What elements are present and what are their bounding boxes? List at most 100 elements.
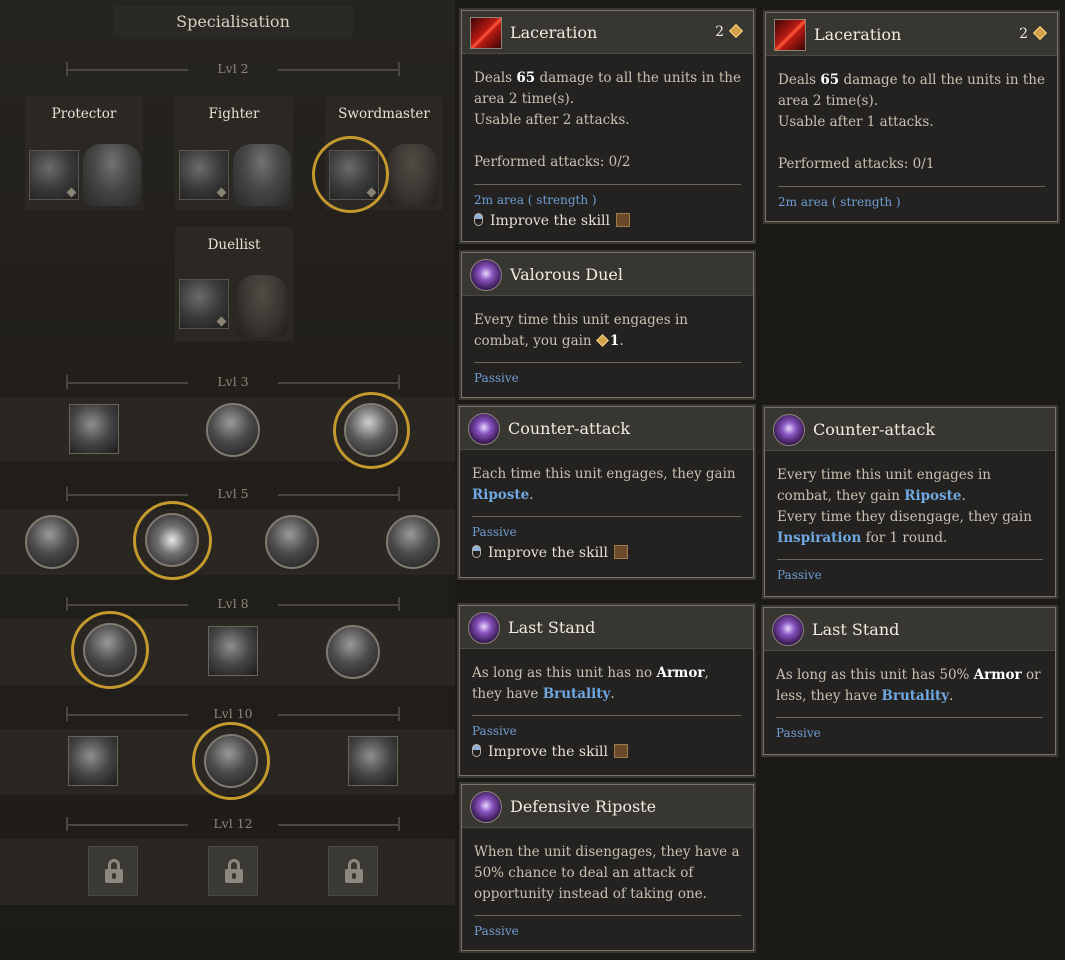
mouse-icon [474, 213, 483, 226]
lock-icon [88, 846, 138, 896]
shield-outline-skill-icon[interactable] [69, 404, 119, 454]
dueling-warrior-skill-icon[interactable] [386, 515, 440, 569]
plate-armor-icon [83, 144, 141, 206]
tooltip-title: Valorous Duel [510, 265, 623, 284]
thorn-heart-skill-icon[interactable] [206, 403, 260, 457]
spec-name: Swordmaster [338, 106, 430, 122]
last-stand-skill-icon[interactable] [83, 623, 137, 677]
fighter-icon [179, 150, 229, 200]
counter-attack-icon [468, 413, 500, 445]
performed-attacks-text: Performed attacks: 0/2 [474, 154, 631, 170]
spec-card-protector[interactable]: Protector [25, 96, 143, 210]
passive-label: Passive [472, 525, 517, 539]
raised-arm-skill-icon[interactable] [265, 515, 319, 569]
improve-skill-button[interactable]: Improve the skill [460, 740, 753, 762]
tooltip-title: Last Stand [508, 618, 596, 637]
cloth-armor-icon [387, 144, 437, 206]
armor-keyword: Armor [656, 665, 705, 681]
book-icon [616, 213, 631, 227]
cost-value: 2 [1019, 26, 1028, 42]
tooltip-title: Defensive Riposte [510, 797, 657, 816]
action-point-icon [1032, 25, 1048, 41]
tooltip-defensive-riposte: Defensive Riposte When the unit disengag… [459, 782, 756, 953]
hooded-figure-skill-icon[interactable] [25, 515, 79, 569]
fighters-skill-icon[interactable] [348, 736, 398, 786]
level-header-3: Lvl 3 [66, 375, 400, 389]
usable-after-text: Usable after 1 attacks. [778, 114, 934, 130]
lock-icon [328, 846, 378, 896]
specialisation-panel: Specialisation Lvl 2 Protector Fighter S… [0, 0, 455, 930]
panel-title: Specialisation [113, 6, 353, 37]
spear-thrust-skill-icon[interactable] [208, 626, 258, 676]
brutality-keyword[interactable]: Brutality [881, 688, 949, 704]
selected-ring [312, 136, 389, 213]
cost-value: 2 [715, 24, 724, 40]
mouse-icon [472, 744, 481, 757]
improve-skill-button[interactable]: Improve the skill [462, 209, 753, 231]
action-point-icon [728, 23, 744, 39]
tooltip-title: Counter-attack [813, 420, 936, 439]
armored-torso-skill-icon[interactable] [326, 625, 380, 679]
spec-card-fighter[interactable]: Fighter [175, 96, 293, 210]
performed-attacks-text: Performed attacks: 0/1 [778, 156, 935, 172]
level-header-2: Lvl 2 [66, 62, 400, 76]
spec-name: Fighter [208, 106, 260, 122]
level-header-8: Lvl 8 [66, 597, 400, 611]
riposte-keyword[interactable]: Riposte [472, 487, 529, 503]
defensive-riposte-skill-icon[interactable] [204, 734, 258, 788]
tooltip-title: Laceration [814, 25, 902, 44]
passive-label: Passive [474, 371, 519, 385]
tooltip-last-stand-b: Last Stand As long as this unit has 50% … [761, 605, 1058, 757]
tooltip-title: Counter-attack [508, 419, 631, 438]
area-text: 2m area ( strength ) [474, 193, 597, 207]
tooltip-counter-attack-a: Counter-attack Each time this unit engag… [457, 404, 756, 580]
book-icon [614, 545, 629, 559]
cloth-armor-icon [237, 275, 287, 337]
riposte-keyword[interactable]: Riposte [904, 488, 961, 504]
duellist-icon [179, 279, 229, 329]
mouse-icon [472, 545, 481, 558]
passive-label: Passive [472, 724, 517, 738]
plate-armor-icon [233, 144, 291, 206]
crossed-blades-skill-icon[interactable] [145, 513, 199, 567]
counter-attack-skill-icon[interactable] [344, 403, 398, 457]
tooltip-title: Last Stand [812, 620, 900, 639]
tooltip-laceration-a: Laceration 2 Deals 65 damage to all the … [459, 8, 756, 244]
last-stand-icon [468, 612, 500, 644]
skill-cost: 2 [715, 11, 744, 54]
tooltip-title: Laceration [510, 23, 598, 42]
level-label: Lvl 12 [213, 816, 253, 831]
tooltip-laceration-b: Laceration 2 Deals 65 damage to all the … [763, 10, 1060, 224]
armor-keyword: Armor [973, 667, 1022, 683]
spec-name: Duellist [207, 237, 261, 253]
book-icon [614, 744, 629, 758]
gain-value: 1 [609, 333, 620, 349]
brutality-keyword[interactable]: Brutality [543, 686, 611, 702]
level-header-5: Lvl 5 [66, 487, 400, 501]
level-label: Lvl 5 [217, 486, 249, 501]
passive-label: Passive [777, 568, 822, 582]
level-label: Lvl 2 [217, 61, 249, 76]
usable-after-text: Usable after 2 attacks. [474, 112, 630, 128]
counter-attack-icon [773, 414, 805, 446]
laceration-icon [470, 17, 502, 49]
inspiration-keyword[interactable]: Inspiration [777, 530, 861, 546]
passive-label: Passive [776, 726, 821, 740]
level-label: Lvl 8 [217, 596, 249, 611]
spec-card-duellist[interactable]: Duellist [175, 227, 293, 341]
tooltip-counter-attack-b: Counter-attack Every time this unit enga… [762, 405, 1058, 599]
parry-skill-icon[interactable] [68, 736, 118, 786]
improve-skill-button[interactable]: Improve the skill [460, 541, 753, 563]
protector-icon [29, 150, 79, 200]
lock-icon [208, 846, 258, 896]
passive-label: Passive [474, 924, 519, 938]
area-text: 2m area ( strength ) [778, 195, 901, 209]
tooltip-last-stand-a: Last Stand As long as this unit has no A… [457, 603, 756, 778]
skill-cost: 2 [1019, 13, 1048, 56]
last-stand-icon [772, 614, 804, 646]
damage-value: 65 [516, 70, 536, 86]
level-header-12: Lvl 12 [66, 817, 400, 831]
damage-value: 65 [820, 72, 840, 88]
action-point-icon [596, 334, 609, 347]
defensive-riposte-icon [470, 791, 502, 823]
